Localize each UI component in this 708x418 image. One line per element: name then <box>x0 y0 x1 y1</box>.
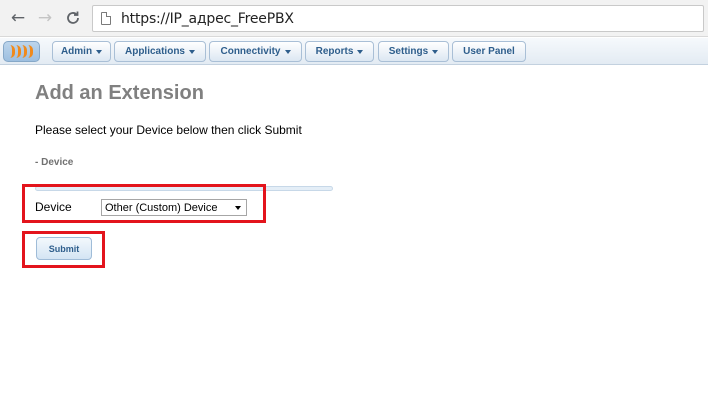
chevron-down-icon <box>357 49 364 54</box>
menu-reports-label: Reports <box>315 46 354 57</box>
highlight-box-submit <box>22 231 105 268</box>
menu-reports[interactable]: Reports <box>305 41 374 62</box>
app-menu-bar: Admin Applications Connectivity Reports … <box>0 38 708 65</box>
reload-icon[interactable] <box>62 7 84 29</box>
page-title: Add an Extension <box>35 82 204 104</box>
instruction-text: Please select your Device below then cli… <box>35 123 302 137</box>
chevron-down-icon <box>432 49 439 54</box>
menu-connectivity-label: Connectivity <box>220 46 281 57</box>
menu-settings-label: Settings <box>388 46 429 57</box>
menu-user-panel[interactable]: User Panel <box>452 41 526 62</box>
url-text: https://IP_адрес_FreePBX <box>121 10 294 27</box>
chevron-down-icon <box>284 49 291 54</box>
menu-applications[interactable]: Applications <box>114 41 206 62</box>
browser-toolbar: ← → https://IP_адрес_FreePBX <box>0 0 708 37</box>
menu-settings[interactable]: Settings <box>378 41 449 62</box>
menu-applications-label: Applications <box>124 46 185 57</box>
menu-admin[interactable]: Admin <box>52 41 111 62</box>
freepbx-logo-icon[interactable] <box>3 41 40 62</box>
address-bar[interactable]: https://IP_адрес_FreePBX <box>92 5 704 32</box>
menu-connectivity[interactable]: Connectivity <box>209 41 302 62</box>
chevron-down-icon <box>189 49 195 54</box>
highlight-box-device <box>22 184 266 223</box>
menu-user-panel-label: User Panel <box>463 46 515 57</box>
section-label-device: - Device <box>35 157 74 168</box>
chevron-down-icon <box>96 49 103 54</box>
page-icon <box>101 12 111 25</box>
arrow-right-icon[interactable]: → <box>34 7 56 29</box>
menu-admin-label: Admin <box>60 46 93 57</box>
arrow-left-icon[interactable]: ← <box>7 7 29 29</box>
